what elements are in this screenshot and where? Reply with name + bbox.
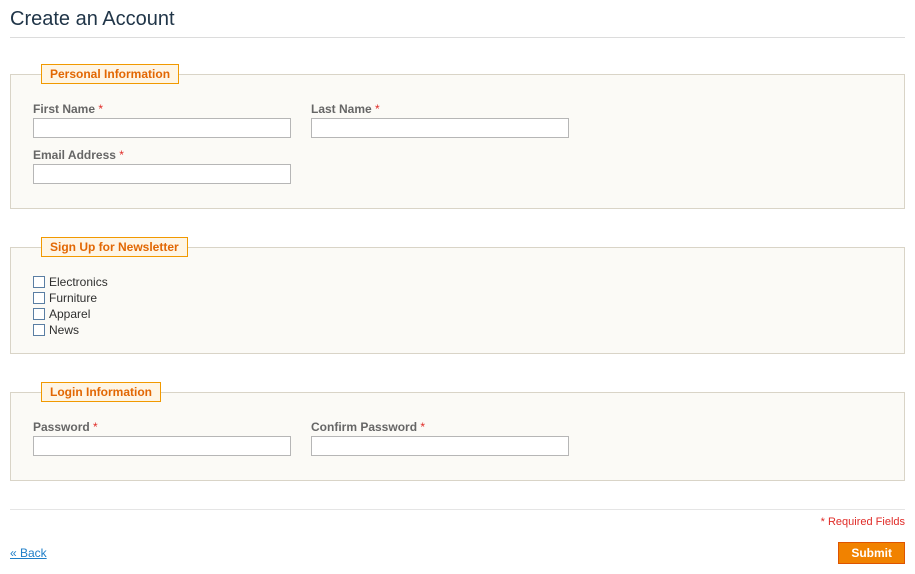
first-name-label: First Name *	[33, 102, 291, 116]
newsletter-legend: Sign Up for Newsletter	[41, 237, 188, 257]
checkbox-label: Electronics	[49, 275, 108, 289]
newsletter-option: News	[33, 323, 882, 337]
email-label-text: Email Address	[33, 148, 116, 162]
newsletter-option: Apparel	[33, 307, 882, 321]
last-name-input[interactable]	[311, 118, 569, 138]
checkbox-label: Apparel	[49, 307, 90, 321]
personal-information-legend: Personal Information	[41, 64, 179, 84]
checkbox-label: News	[49, 323, 79, 337]
first-name-input[interactable]	[33, 118, 291, 138]
confirm-password-input[interactable]	[311, 436, 569, 456]
back-link[interactable]: « Back	[10, 546, 47, 560]
required-marker: *	[93, 420, 98, 434]
checkbox-apparel[interactable]	[33, 308, 45, 320]
checkbox-electronics[interactable]	[33, 276, 45, 288]
required-marker: *	[420, 420, 425, 434]
required-marker: *	[119, 148, 124, 162]
required-marker: *	[98, 102, 103, 116]
last-name-label-text: Last Name	[311, 102, 372, 116]
checkbox-furniture[interactable]	[33, 292, 45, 304]
email-label: Email Address *	[33, 148, 291, 162]
page-title: Create an Account	[10, 0, 905, 38]
last-name-label: Last Name *	[311, 102, 569, 116]
password-label-text: Password	[33, 420, 90, 434]
password-input[interactable]	[33, 436, 291, 456]
required-fields-note: * Required Fields	[10, 516, 905, 528]
newsletter-option: Electronics	[33, 275, 882, 289]
password-label: Password *	[33, 420, 291, 434]
required-marker: *	[375, 102, 380, 116]
personal-information-group: Personal Information First Name * Last N…	[10, 64, 905, 209]
first-name-label-text: First Name	[33, 102, 95, 116]
submit-button[interactable]: Submit	[838, 542, 905, 564]
checkbox-label: Furniture	[49, 291, 97, 305]
confirm-password-label: Confirm Password *	[311, 420, 569, 434]
newsletter-option: Furniture	[33, 291, 882, 305]
newsletter-group: Sign Up for Newsletter Electronics Furni…	[10, 237, 905, 354]
login-information-group: Login Information Password * Confirm Pas…	[10, 382, 905, 481]
login-information-legend: Login Information	[41, 382, 161, 402]
footer-separator	[10, 509, 905, 510]
confirm-password-label-text: Confirm Password	[311, 420, 417, 434]
email-input[interactable]	[33, 164, 291, 184]
checkbox-news[interactable]	[33, 324, 45, 336]
